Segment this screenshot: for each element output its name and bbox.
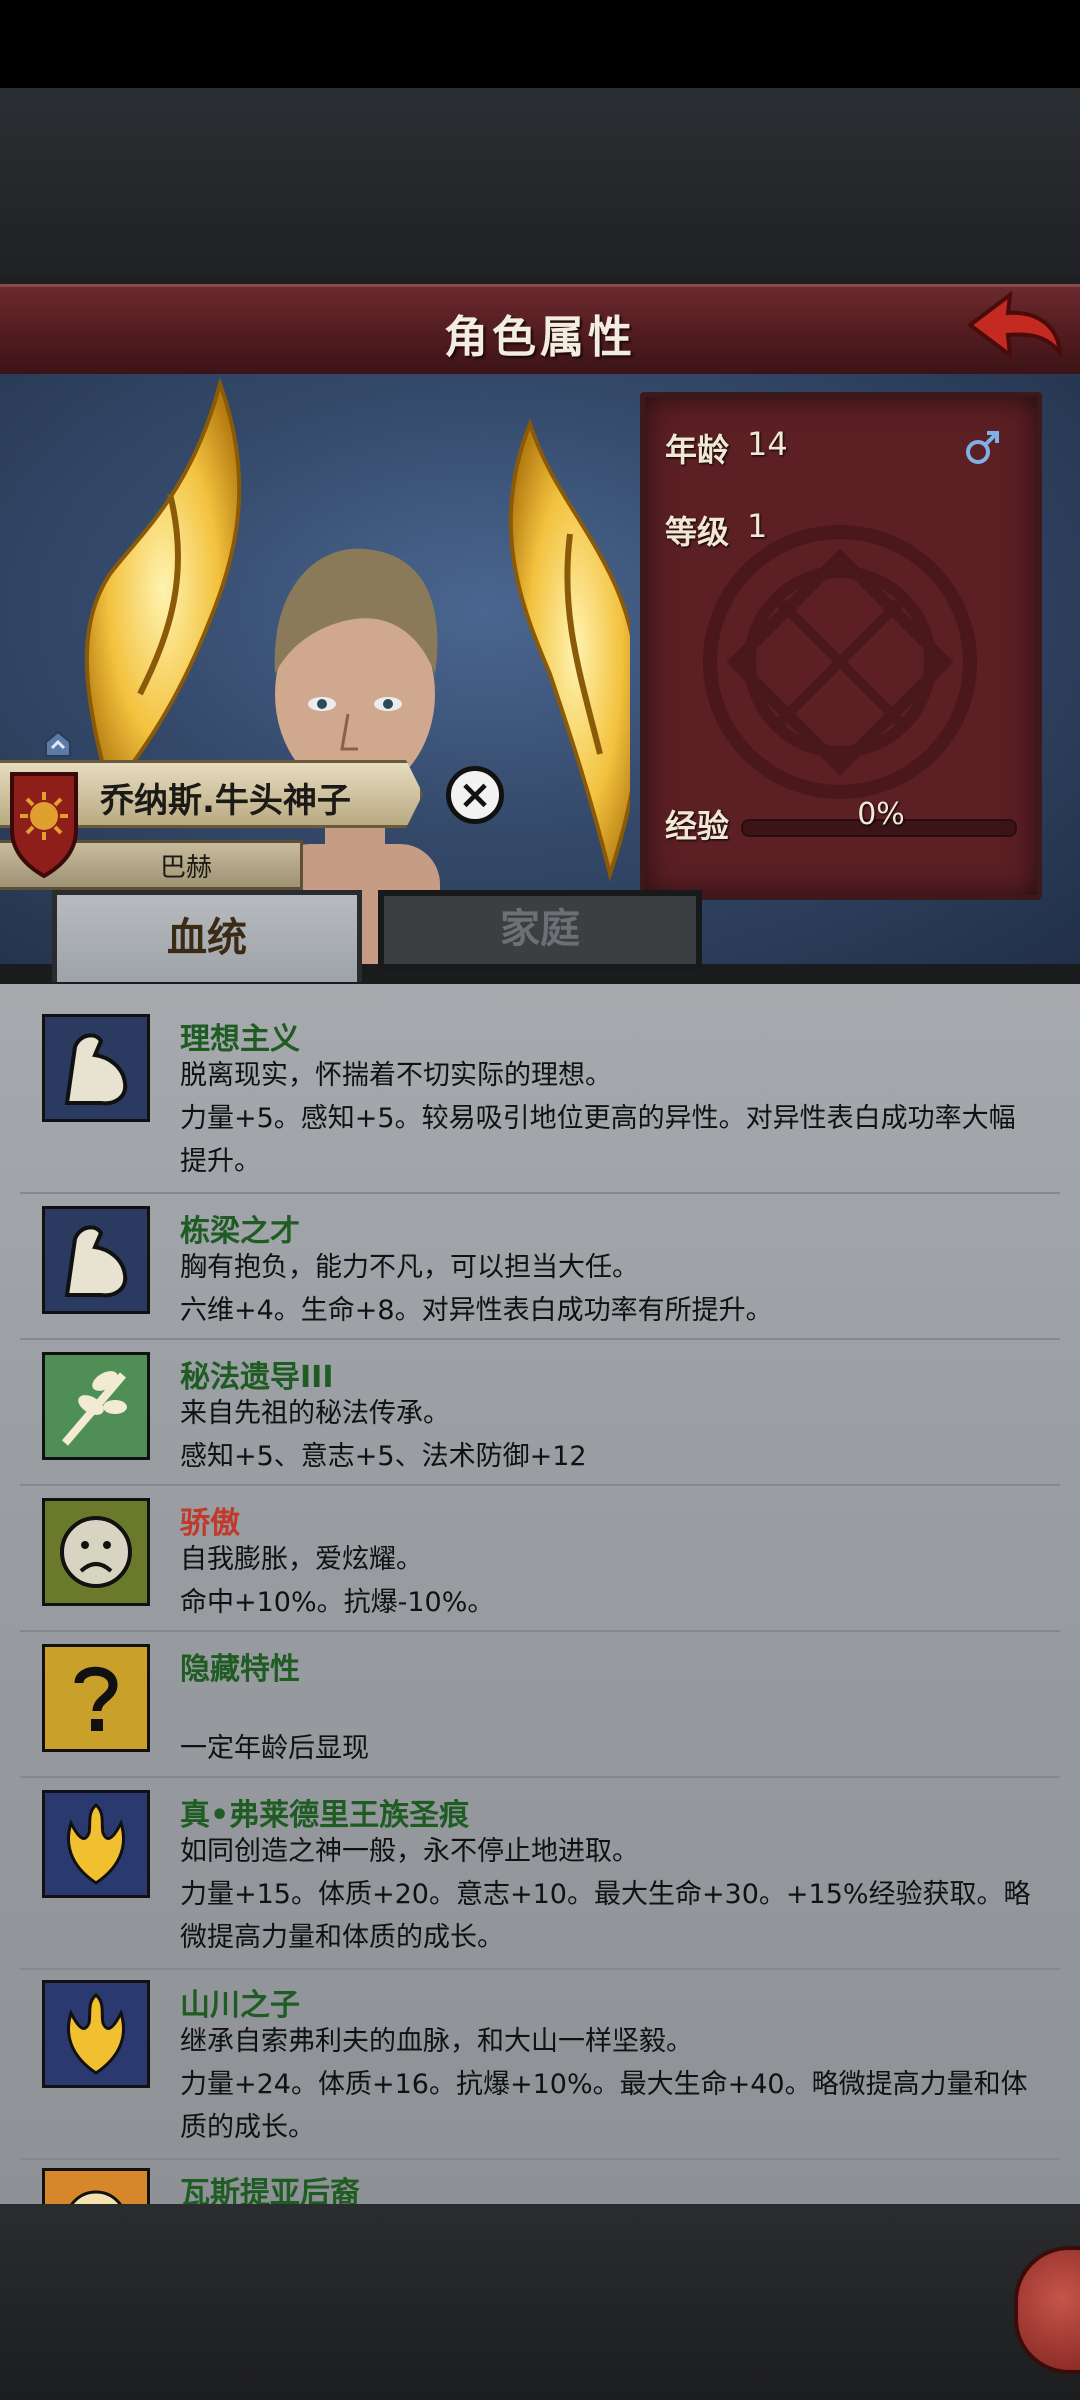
flexed-arm-icon [42, 1206, 150, 1314]
divider [20, 1968, 1060, 1970]
trait-list[interactable]: 理想主义 脱离现实，怀揣着不切实际的理想。 力量+5。感知+5。较易吸引地位更高的… [0, 984, 1080, 2204]
sun-face-icon [42, 2168, 150, 2204]
trait-name: 骄傲 [180, 1506, 240, 1541]
trait-description: 如同创造之神一般，永不停止地进取。 力量+15。体质+20。意志+10。最大生命+… [180, 1836, 1031, 1953]
trait-description: 脱离现实，怀揣着不切实际的理想。 力量+5。感知+5。较易吸引地位更高的异性。对异… [180, 1060, 1016, 1177]
trait-name: 隐藏特性 [180, 1652, 300, 1687]
age-label: 年龄 [665, 431, 730, 469]
flexed-arm-icon [42, 1014, 150, 1122]
top-backdrop [0, 88, 1080, 284]
close-icon: × [458, 772, 492, 818]
rank-badge-icon [45, 730, 71, 757]
trait-name: 理想主义 [180, 1022, 300, 1057]
celtic-knot-icon [703, 525, 977, 799]
stats-panel: 年龄 14 等级 1 经验 0% [640, 392, 1042, 900]
tab-family[interactable]: 家庭 [378, 890, 702, 970]
golden-flame-crest-icon [42, 1790, 150, 1898]
sprouting-branch-icon [42, 1352, 150, 1460]
trait-description: 胸有抱负，能力不凡，可以担当大任。 六维+4。生命+8。对异性表白成功率有所提升。 [180, 1252, 773, 1326]
divider [20, 1484, 1060, 1486]
divider [20, 2158, 1060, 2160]
question-mark-icon [42, 1644, 150, 1752]
exp-percent: 0% [857, 797, 905, 832]
level-value: 1 [747, 507, 768, 545]
male-symbol-icon [966, 431, 999, 464]
back-button[interactable] [958, 287, 1068, 367]
character-name: 乔纳斯.牛头神子 [100, 781, 351, 821]
divider [20, 1338, 1060, 1340]
trait-description: 继承自索弗利夫的血脉，和大山一样坚毅。 力量+24。体质+16。抗爆+10%。最大… [180, 2026, 1028, 2143]
page-title: 角色属性 [444, 312, 636, 363]
divider [20, 1192, 1060, 1194]
trait-description: 一定年龄后显现 [180, 1733, 369, 1764]
close-button[interactable]: × [446, 766, 504, 824]
trait-name: 真•弗莱德里王族圣痕 [180, 1798, 470, 1833]
back-arrow-icon [966, 290, 1063, 360]
level-label: 等级 [665, 513, 730, 551]
character-title: 巴赫 [160, 853, 213, 883]
trait-name: 山川之子 [180, 1988, 300, 2023]
bottom-bar [0, 2204, 1080, 2400]
sad-face-icon [42, 1498, 150, 1606]
title-ribbon: 角色属性 [0, 284, 1080, 381]
status-bar [0, 0, 1080, 88]
trait-description: 自我膨胀，爱炫耀。 命中+10%。抗爆-10%。 [180, 1544, 495, 1618]
trait-name: 秘法遗导III [180, 1360, 334, 1395]
golden-flame-crest-icon [42, 1980, 150, 2088]
trait-name: 瓦斯提亚后裔 [180, 2176, 360, 2204]
divider [20, 1776, 1060, 1778]
tab-bloodline[interactable]: 血统 [52, 890, 362, 982]
divider [20, 1630, 1060, 1632]
age-value: 14 [747, 425, 788, 463]
trait-name: 栋梁之才 [180, 1214, 300, 1249]
family-crest-icon [10, 772, 78, 878]
trait-description: 来自先祖的秘法传承。 感知+5、意志+5、法术防御+12 [180, 1398, 587, 1472]
